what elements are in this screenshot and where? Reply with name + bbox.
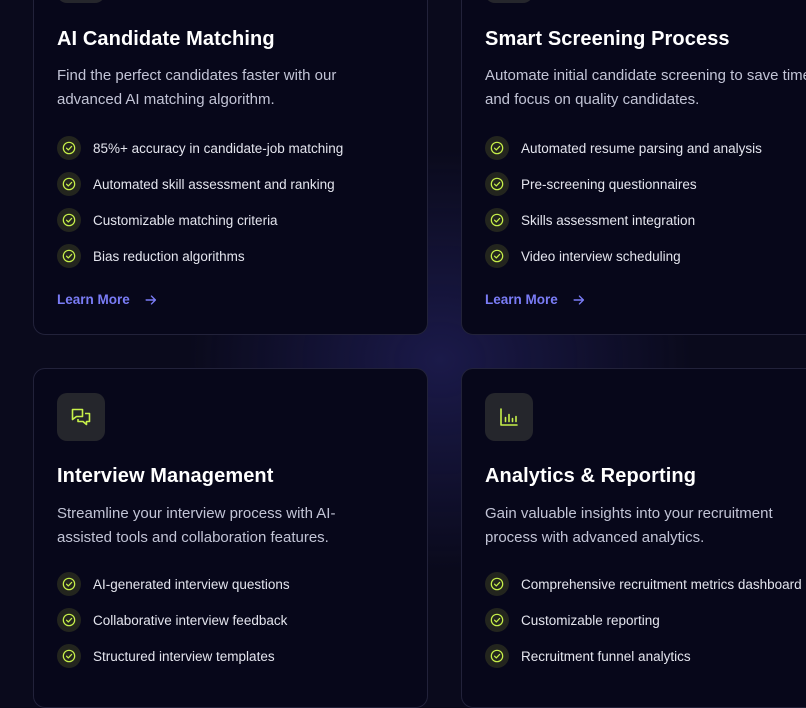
card-description: Automate initial candidate screening to … xyxy=(485,67,806,108)
feature-item: Bias reduction algorithms xyxy=(57,244,343,268)
feature-label: Customizable matching criteria xyxy=(93,212,278,228)
feature-item: Collaborative interview feedback xyxy=(57,608,290,632)
check-circle-icon xyxy=(485,172,509,196)
feature-card-ai-candidate-matching: AI Candidate Matching Find the perfect c… xyxy=(33,0,428,335)
feature-item: Customizable reporting xyxy=(485,608,802,632)
feature-label: Automated skill assessment and ranking xyxy=(93,176,335,192)
check-circle-icon xyxy=(485,608,509,632)
feature-label: Collaborative interview feedback xyxy=(93,612,288,628)
feature-list: Automated resume parsing and analysis Pr… xyxy=(485,136,762,280)
check-circle-icon xyxy=(57,208,81,232)
learn-more-link[interactable]: Learn More xyxy=(57,292,158,307)
check-circle-icon xyxy=(57,608,81,632)
check-circle-icon xyxy=(485,572,509,596)
feature-item: Comprehensive recruitment metrics dashbo… xyxy=(485,572,802,596)
check-circle-icon xyxy=(485,136,509,160)
feature-item: AI-generated interview questions xyxy=(57,572,290,596)
feature-card-analytics-reporting: Analytics & Reporting Gain valuable insi… xyxy=(461,368,806,708)
feature-item: Pre-screening questionnaires xyxy=(485,172,762,196)
check-circle-icon xyxy=(57,136,81,160)
learn-more-link[interactable]: Learn More xyxy=(485,292,586,307)
check-circle-icon xyxy=(57,572,81,596)
card-title: Smart Screening Process xyxy=(485,28,730,50)
arrow-right-icon xyxy=(572,293,586,307)
feature-card-smart-screening: Smart Screening Process Automate initial… xyxy=(461,0,806,335)
feature-label: Automated resume parsing and analysis xyxy=(521,140,762,156)
filter-icon xyxy=(485,0,533,3)
feature-item: Automated resume parsing and analysis xyxy=(485,136,762,160)
check-circle-icon xyxy=(57,172,81,196)
card-description: Gain valuable insights into your recruit… xyxy=(485,505,773,546)
target-icon xyxy=(57,0,105,3)
card-title: AI Candidate Matching xyxy=(57,28,275,50)
feature-label: AI-generated interview questions xyxy=(93,576,290,592)
arrow-right-icon xyxy=(144,293,158,307)
feature-label: Pre-screening questionnaires xyxy=(521,176,697,192)
feature-item: Customizable matching criteria xyxy=(57,208,343,232)
feature-card-interview-management: Interview Management Streamline your int… xyxy=(33,368,428,708)
card-title: Analytics & Reporting xyxy=(485,465,697,487)
learn-more-label: Learn More xyxy=(57,292,130,307)
feature-list: Comprehensive recruitment metrics dashbo… xyxy=(485,572,802,680)
feature-label: Bias reduction algorithms xyxy=(93,248,245,264)
feature-list: 85%+ accuracy in candidate-job matching … xyxy=(57,136,343,280)
feature-label: Video interview scheduling xyxy=(521,248,681,264)
card-description: Find the perfect candidates faster with … xyxy=(57,67,337,108)
feature-label: Customizable reporting xyxy=(521,612,660,628)
feature-item: Skills assessment integration xyxy=(485,208,762,232)
card-title: Interview Management xyxy=(57,465,274,487)
card-description: Streamline your interview process with A… xyxy=(57,505,336,546)
feature-item: 85%+ accuracy in candidate-job matching xyxy=(57,136,343,160)
feature-label: Comprehensive recruitment metrics dashbo… xyxy=(521,576,802,592)
check-circle-icon xyxy=(485,644,509,668)
feature-label: Structured interview templates xyxy=(93,648,275,664)
feature-item: Automated skill assessment and ranking xyxy=(57,172,343,196)
feature-label: Skills assessment integration xyxy=(521,212,696,228)
feature-list: AI-generated interview questions Collabo… xyxy=(57,572,290,680)
feature-item: Recruitment funnel analytics xyxy=(485,644,802,668)
check-circle-icon xyxy=(57,644,81,668)
feature-label: 85%+ accuracy in candidate-job matching xyxy=(93,140,344,156)
learn-more-label: Learn More xyxy=(485,292,558,307)
feature-item: Structured interview templates xyxy=(57,644,290,668)
bar-chart-icon xyxy=(485,393,533,441)
check-circle-icon xyxy=(57,244,81,268)
chat-bubbles-icon xyxy=(57,393,105,441)
check-circle-icon xyxy=(485,208,509,232)
feature-item: Video interview scheduling xyxy=(485,244,762,268)
check-circle-icon xyxy=(485,244,509,268)
feature-label: Recruitment funnel analytics xyxy=(521,648,691,664)
